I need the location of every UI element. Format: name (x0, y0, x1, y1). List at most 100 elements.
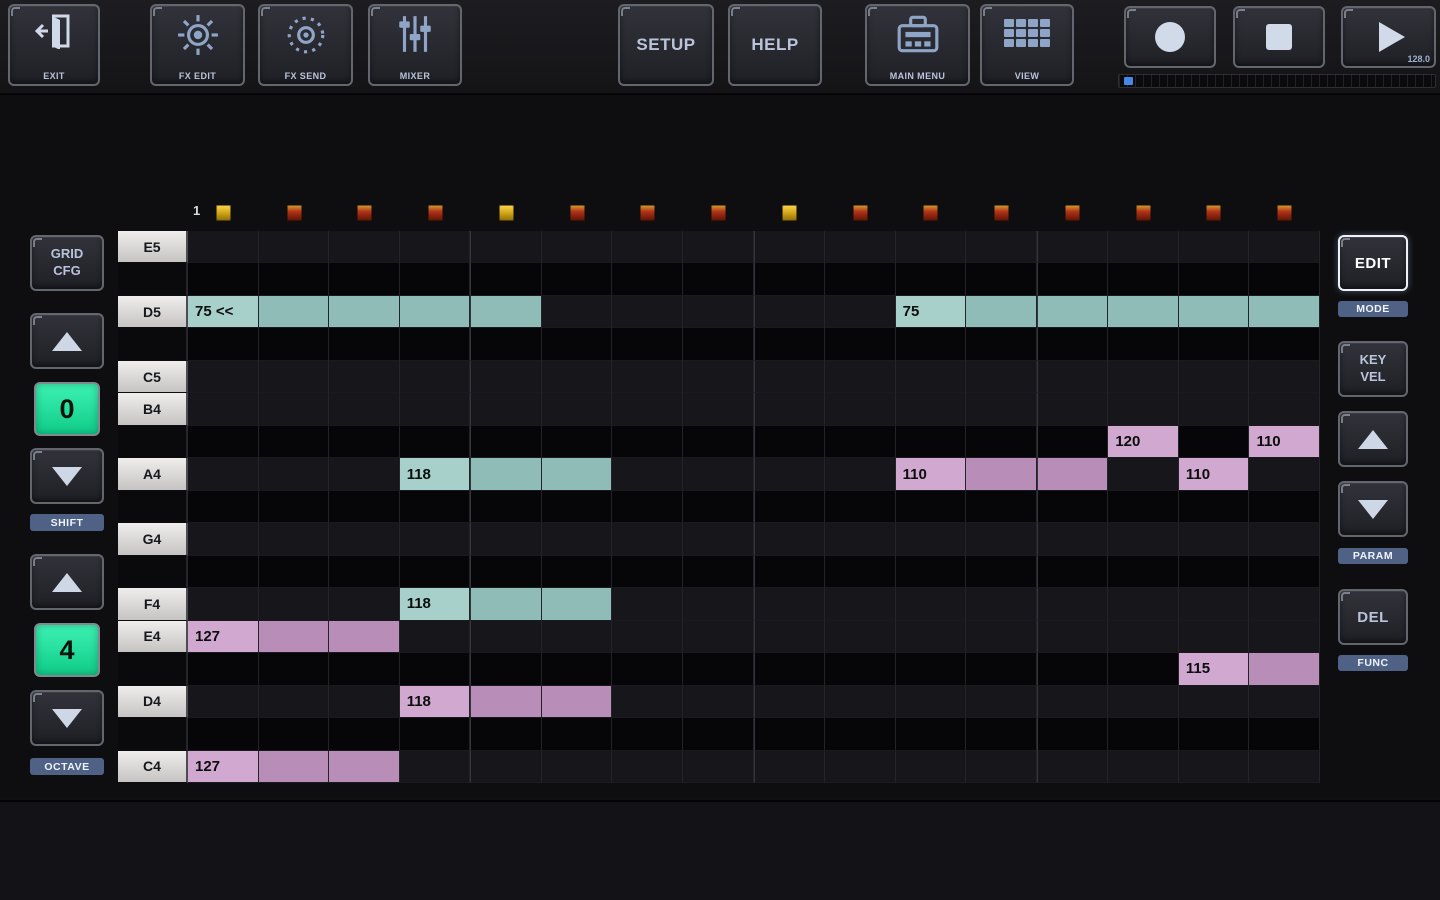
grid-cell[interactable] (825, 751, 896, 783)
step-marker-icon[interactable] (1206, 205, 1221, 221)
grid-cell[interactable] (683, 328, 754, 360)
octave-down-button[interactable] (30, 690, 104, 746)
note-key-label[interactable]: D5 (118, 296, 188, 328)
grid-cell[interactable] (188, 263, 259, 295)
grid-cell[interactable] (683, 556, 754, 588)
song-position-bar[interactable] (1118, 74, 1436, 88)
grid-cell[interactable] (825, 491, 896, 523)
grid-cell[interactable] (966, 621, 1037, 653)
grid-cell[interactable] (896, 263, 967, 295)
grid-cell[interactable] (683, 426, 754, 458)
grid-cell[interactable] (1037, 328, 1109, 360)
grid-cell[interactable] (1108, 263, 1179, 295)
grid-cell[interactable] (612, 361, 683, 393)
note-cell[interactable]: 110 (1179, 458, 1250, 490)
grid-cell[interactable] (683, 458, 754, 490)
grid-cell[interactable] (896, 718, 967, 750)
grid-cell[interactable] (896, 231, 967, 263)
grid-cell[interactable] (1037, 686, 1109, 718)
grid-cell[interactable] (1037, 263, 1109, 295)
grid-cell[interactable] (825, 231, 896, 263)
grid-cell[interactable] (754, 491, 826, 523)
grid-cell[interactable] (1108, 588, 1179, 620)
grid-cell[interactable] (683, 718, 754, 750)
note-key-label[interactable]: C5 (118, 361, 188, 393)
grid-cell[interactable] (400, 328, 471, 360)
stop-button[interactable] (1233, 6, 1325, 68)
grid-cell[interactable] (329, 296, 400, 328)
note-cell[interactable]: 120 (1108, 426, 1179, 458)
grid-cell[interactable] (1179, 718, 1250, 750)
grid-cell[interactable] (188, 231, 259, 263)
grid-cell[interactable] (754, 296, 826, 328)
grid-cell[interactable] (1249, 556, 1320, 588)
grid-cell[interactable] (1108, 686, 1179, 718)
grid-cell[interactable] (683, 523, 754, 555)
grid-cell[interactable] (1179, 296, 1250, 328)
grid-cell[interactable] (470, 393, 542, 425)
grid-cell[interactable] (754, 653, 826, 685)
grid-cell[interactable] (825, 426, 896, 458)
grid-cell[interactable] (329, 426, 400, 458)
grid-cell[interactable] (1249, 653, 1320, 685)
grid-cell[interactable] (329, 686, 400, 718)
grid-cell[interactable] (542, 328, 613, 360)
grid-cell[interactable] (825, 263, 896, 295)
grid-cell[interactable] (1037, 426, 1109, 458)
grid-cell[interactable] (542, 556, 613, 588)
grid-cell[interactable] (754, 523, 826, 555)
grid-cell[interactable] (1108, 653, 1179, 685)
grid-cell[interactable] (1108, 393, 1179, 425)
step-marker-icon[interactable] (1277, 205, 1292, 221)
grid-cell[interactable] (259, 361, 330, 393)
grid-cell[interactable] (1249, 296, 1320, 328)
note-cell[interactable]: 75 (896, 296, 967, 328)
grid-cell[interactable] (896, 751, 967, 783)
grid-cell[interactable] (259, 718, 330, 750)
grid-cell[interactable] (188, 588, 259, 620)
grid-cell[interactable] (896, 686, 967, 718)
grid-cell[interactable] (542, 458, 613, 490)
grid-cell[interactable] (825, 686, 896, 718)
grid-cell[interactable] (683, 653, 754, 685)
grid-cell[interactable] (754, 263, 826, 295)
grid-cell[interactable] (1179, 393, 1250, 425)
note-key-label[interactable]: F4 (118, 588, 188, 620)
grid-cell[interactable] (1108, 556, 1179, 588)
step-marker-icon[interactable] (1065, 205, 1080, 221)
grid-cell[interactable] (1249, 523, 1320, 555)
note-key-label[interactable]: B4 (118, 393, 188, 425)
grid-cell[interactable] (1037, 393, 1109, 425)
grid-cell[interactable] (1037, 556, 1109, 588)
grid-cell[interactable] (329, 556, 400, 588)
grid-cell[interactable] (612, 653, 683, 685)
grid-cell[interactable] (329, 361, 400, 393)
grid-cell[interactable] (1249, 718, 1320, 750)
grid-cell[interactable] (400, 426, 471, 458)
view-button[interactable]: VIEW (980, 4, 1074, 86)
grid-cell[interactable] (896, 523, 967, 555)
grid-cell[interactable] (1108, 458, 1179, 490)
note-cell[interactable]: 118 (400, 588, 471, 620)
grid-cell[interactable] (966, 491, 1037, 523)
mixer-button[interactable]: MIXER (368, 4, 462, 86)
grid-cell[interactable] (188, 718, 259, 750)
grid-cell[interactable] (1037, 361, 1109, 393)
grid-cell[interactable] (683, 263, 754, 295)
grid-cell[interactable] (542, 231, 613, 263)
grid-cell[interactable] (1037, 588, 1109, 620)
grid-cell[interactable] (612, 556, 683, 588)
setup-button[interactable]: SETUP (618, 4, 714, 86)
grid-cell[interactable] (470, 296, 542, 328)
grid-cell[interactable] (1179, 686, 1250, 718)
grid-cell[interactable] (966, 231, 1037, 263)
record-button[interactable] (1124, 6, 1216, 68)
grid-cell[interactable] (896, 588, 967, 620)
grid-cell[interactable] (470, 523, 542, 555)
grid-cell[interactable] (259, 686, 330, 718)
grid-cell[interactable] (1108, 296, 1179, 328)
grid-cell[interactable] (1037, 458, 1109, 490)
grid-cell[interactable] (188, 393, 259, 425)
grid-cell[interactable] (470, 231, 542, 263)
step-marker-icon[interactable] (216, 205, 231, 221)
